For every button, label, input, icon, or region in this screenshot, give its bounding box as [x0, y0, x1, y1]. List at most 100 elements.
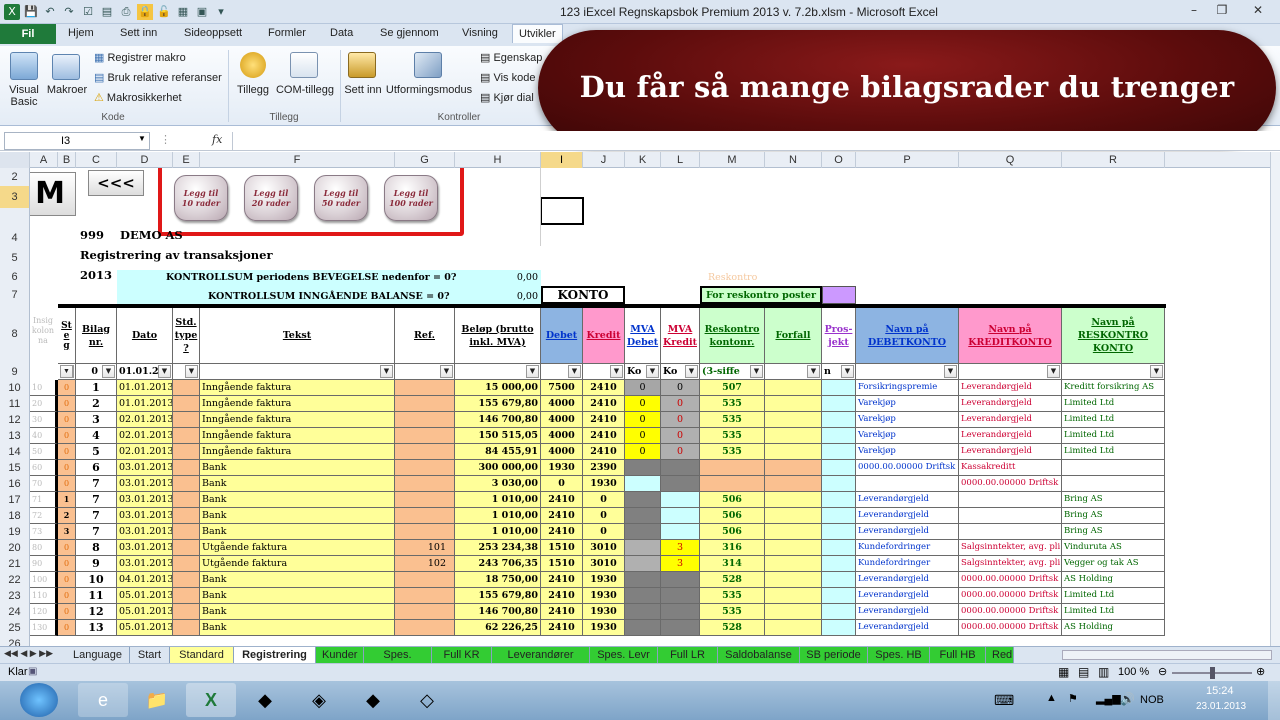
- row-reskontro[interactable]: 535: [700, 604, 765, 620]
- row-mva-debet[interactable]: [625, 460, 661, 476]
- col-header-g[interactable]: G: [395, 152, 455, 168]
- col-header-q[interactable]: Q: [959, 152, 1062, 168]
- filter-cell[interactable]: ▼: [959, 364, 1062, 380]
- filter-cell[interactable]: ▼: [200, 364, 395, 380]
- paste-icon[interactable]: ▤: [99, 4, 115, 20]
- sheet-tab-full-lr[interactable]: Full LR: [658, 647, 718, 663]
- macro-record-icon[interactable]: ▣: [28, 666, 37, 677]
- row-forfall[interactable]: [765, 620, 822, 636]
- filter-dropdown-icon[interactable]: ▼: [646, 365, 659, 378]
- filter-dropdown-icon[interactable]: ▼: [440, 365, 453, 378]
- row-kredit[interactable]: 1930: [583, 604, 625, 620]
- filter-cell[interactable]: ▼: [455, 364, 541, 380]
- row-amount[interactable]: 84 455,91: [455, 444, 541, 460]
- row-prosjekt[interactable]: [822, 492, 856, 508]
- properties-button[interactable]: ▤ Egenskap: [480, 52, 542, 64]
- row-header[interactable]: 19: [0, 524, 29, 540]
- row-mva-debet[interactable]: [625, 508, 661, 524]
- row-steg[interactable]: 0: [58, 620, 76, 636]
- row-reskontro[interactable]: 528: [700, 572, 765, 588]
- sheet-tab-kunder[interactable]: Kunder: [316, 647, 364, 663]
- row-mva-kredit[interactable]: 3: [661, 556, 700, 572]
- internet-explorer-icon[interactable]: e: [78, 683, 128, 717]
- row-debet[interactable]: 1930: [541, 460, 583, 476]
- row-std-type[interactable]: [173, 492, 200, 508]
- clock-time[interactable]: 15:24: [1206, 685, 1234, 697]
- row-bilag-nr[interactable]: 8: [76, 540, 117, 556]
- col-header-a[interactable]: A: [30, 152, 58, 168]
- row-mva-debet[interactable]: [625, 524, 661, 540]
- row-prosjekt[interactable]: [822, 476, 856, 492]
- add-20-rows-button[interactable]: Legg til 20 rader: [244, 175, 298, 221]
- zoom-out-icon[interactable]: ⊖: [1158, 665, 1167, 678]
- row-steg[interactable]: 0: [58, 604, 76, 620]
- design-mode-button[interactable]: Utformingsmodus: [384, 84, 474, 96]
- row-header[interactable]: 6: [0, 268, 29, 286]
- row-prosjekt[interactable]: [822, 588, 856, 604]
- clock-date[interactable]: 23.01.2013: [1196, 701, 1246, 712]
- filter-cell[interactable]: ▼: [856, 364, 959, 380]
- normal-view-icon[interactable]: ▦: [1058, 665, 1069, 679]
- col-header-l[interactable]: L: [661, 152, 700, 168]
- row-bilag-nr[interactable]: 7: [76, 508, 117, 524]
- filter-dropdown-icon[interactable]: ▼: [944, 365, 957, 378]
- macros-button[interactable]: Makroer: [44, 84, 90, 96]
- row-date[interactable]: 04.01.2013: [117, 572, 173, 588]
- insert-controls-button[interactable]: Sett inn: [344, 84, 382, 96]
- filter-cell[interactable]: 01.01.2 ▼: [117, 364, 173, 380]
- row-amount[interactable]: 155 679,80: [455, 396, 541, 412]
- filter-dropdown-icon[interactable]: ▼: [807, 365, 820, 378]
- row-date[interactable]: 03.01.2013: [117, 476, 173, 492]
- row-mva-debet[interactable]: 0: [625, 412, 661, 428]
- row-mva-debet[interactable]: 0: [625, 396, 661, 412]
- row-header[interactable]: 24: [0, 604, 29, 620]
- row-debet[interactable]: 7500: [541, 380, 583, 396]
- row-reskontro[interactable]: 314: [700, 556, 765, 572]
- row-debet[interactable]: 2410: [541, 620, 583, 636]
- row-date[interactable]: 02.01.2013: [117, 412, 173, 428]
- row-reskontro[interactable]: 535: [700, 428, 765, 444]
- borders-icon[interactable]: ▣: [194, 4, 210, 20]
- addins-button[interactable]: Tillegg: [230, 84, 276, 96]
- row-mva-kredit[interactable]: 0: [661, 444, 700, 460]
- row-text[interactable]: Bank: [200, 508, 395, 524]
- row-text[interactable]: Bank: [200, 492, 395, 508]
- row-reskontro[interactable]: 506: [700, 524, 765, 540]
- row-reskontro[interactable]: 316: [700, 540, 765, 556]
- filter-dropdown-icon[interactable]: ▼: [1047, 365, 1060, 378]
- row-mva-kredit[interactable]: 0: [661, 412, 700, 428]
- row-ref[interactable]: [395, 572, 455, 588]
- tab-data[interactable]: Data: [330, 27, 353, 39]
- select-all-corner[interactable]: [0, 152, 30, 168]
- row-mva-kredit[interactable]: [661, 508, 700, 524]
- row-header[interactable]: 22: [0, 572, 29, 588]
- sheet-tab-full-kr[interactable]: Full KR: [432, 647, 492, 663]
- row-date[interactable]: 01.01.2013: [117, 396, 173, 412]
- row-forfall[interactable]: [765, 540, 822, 556]
- zoom-in-icon[interactable]: ⊕: [1256, 665, 1265, 678]
- row-ref[interactable]: [395, 396, 455, 412]
- row-text[interactable]: Utgående faktura: [200, 540, 395, 556]
- macro-security-button[interactable]: ⚠ Makrosikkerhet: [94, 92, 182, 104]
- table-icon[interactable]: ▦: [175, 4, 191, 20]
- row-text[interactable]: Inngående faktura: [200, 380, 395, 396]
- flag-icon[interactable]: ⚑: [1068, 692, 1078, 705]
- row-kredit[interactable]: 3010: [583, 540, 625, 556]
- row-std-type[interactable]: [173, 412, 200, 428]
- filter-dropdown-icon[interactable]: ▼: [158, 365, 171, 378]
- row-text[interactable]: Inngående faktura: [200, 396, 395, 412]
- excel-taskbar-icon[interactable]: X: [186, 683, 236, 717]
- row-mva-debet[interactable]: 0: [625, 444, 661, 460]
- row-header[interactable]: 12: [0, 412, 29, 428]
- row-steg[interactable]: 0: [58, 444, 76, 460]
- filter-cell[interactable]: ▼: [173, 364, 200, 380]
- row-header[interactable]: 10: [0, 380, 29, 396]
- visual-basic-button[interactable]: Visual Basic: [4, 84, 44, 108]
- row-std-type[interactable]: [173, 460, 200, 476]
- filter-dropdown-icon[interactable]: ▼: [610, 365, 623, 378]
- row-std-type[interactable]: [173, 572, 200, 588]
- filter-dropdown-icon[interactable]: ▼: [60, 365, 73, 378]
- row-forfall[interactable]: [765, 524, 822, 540]
- sheet-tab-spes-levr[interactable]: Spes. Levr: [590, 647, 658, 663]
- row-mva-kredit[interactable]: [661, 572, 700, 588]
